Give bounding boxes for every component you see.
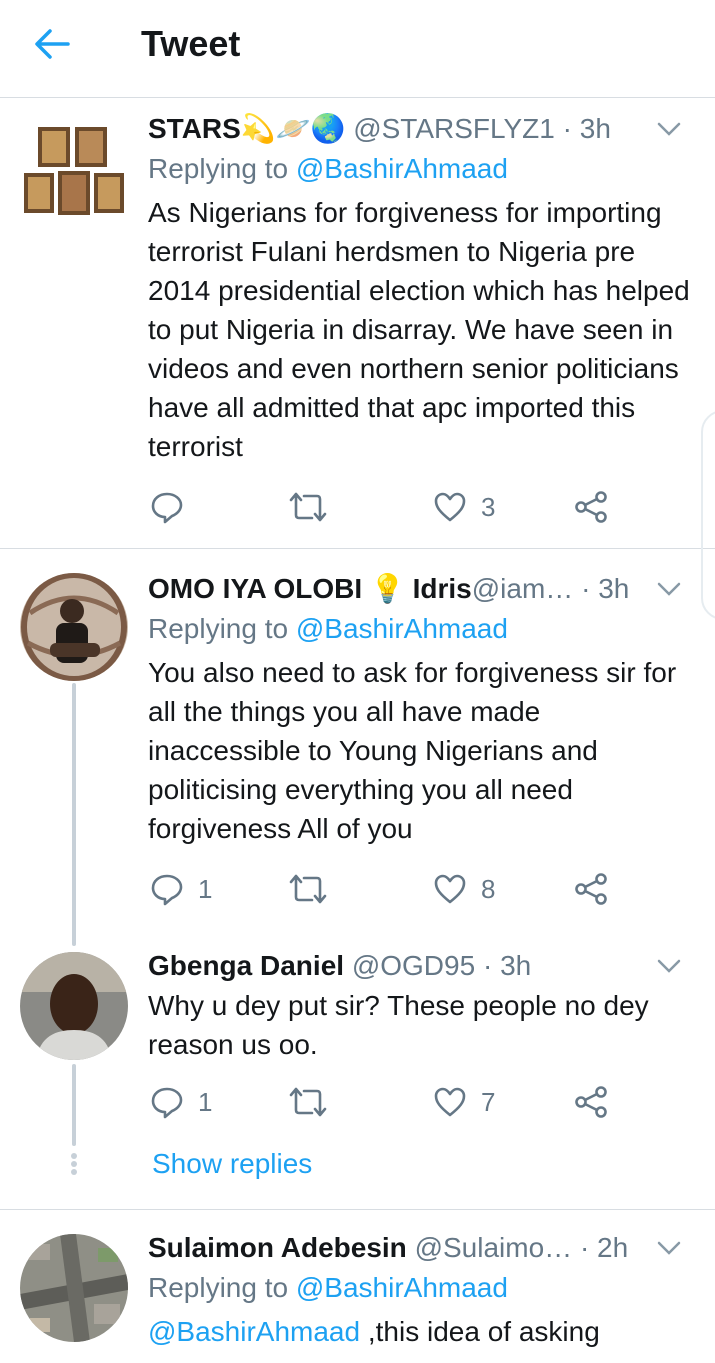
avatar-gbenga-daniel[interactable] bbox=[20, 952, 128, 1060]
thread-line bbox=[72, 1064, 76, 1146]
replying-to: Replying to @BashirAhmaad bbox=[148, 149, 695, 189]
reply-button[interactable]: 1 bbox=[150, 1080, 212, 1124]
name-emoji: 💫🪐🌏 bbox=[240, 113, 346, 144]
reply-count: 1 bbox=[198, 1086, 213, 1117]
display-name[interactable]: STARS bbox=[148, 113, 241, 144]
tweet-meta: Gbenga Daniel @OGD95 · 3h bbox=[148, 946, 695, 986]
user-handle[interactable]: @iam… bbox=[472, 573, 574, 604]
retweet-icon bbox=[289, 1087, 327, 1117]
share-icon bbox=[575, 873, 607, 905]
timestamp: 3h bbox=[579, 113, 611, 144]
back-arrow-icon bbox=[35, 29, 70, 59]
dot-separator: · bbox=[579, 1232, 590, 1263]
display-name-suffix[interactable]: Idris bbox=[413, 573, 472, 604]
like-button[interactable]: 8 bbox=[433, 867, 495, 911]
tweet-actions: 3 bbox=[148, 485, 618, 529]
heart-icon bbox=[434, 492, 466, 522]
tweet-1[interactable]: STARS💫🪐🌏 @STARSFLYZ1 · 3h Replying to @B… bbox=[0, 99, 715, 548]
replying-to: Replying to @BashirAhmaad bbox=[148, 1268, 695, 1308]
retweet-icon bbox=[289, 492, 327, 522]
heart-icon bbox=[434, 1087, 466, 1117]
retweet-button[interactable] bbox=[288, 1080, 342, 1124]
timestamp: 3h bbox=[598, 573, 630, 604]
tweet-text: @BashirAhmaad ,this idea of asking bbox=[148, 1312, 695, 1351]
chevron-down-icon[interactable] bbox=[655, 575, 683, 603]
show-replies-link[interactable]: Show replies bbox=[152, 1144, 312, 1184]
retweet-button[interactable] bbox=[288, 485, 342, 529]
like-count: 3 bbox=[481, 491, 496, 522]
like-button[interactable]: 3 bbox=[433, 485, 495, 529]
user-handle[interactable]: @OGD95 bbox=[352, 950, 475, 981]
chevron-down-icon[interactable] bbox=[655, 952, 683, 980]
replying-to-label: Replying to bbox=[148, 613, 289, 644]
display-name[interactable]: OMO IYA OLOBI bbox=[148, 573, 362, 604]
display-name[interactable]: Gbenga Daniel bbox=[148, 950, 344, 981]
share-button[interactable] bbox=[574, 485, 608, 529]
tweet-2[interactable]: OMO IYA OLOBI 💡 Idris@iam… · 3h Replying… bbox=[0, 549, 715, 946]
share-icon bbox=[575, 1086, 607, 1118]
tweet-actions: 1 8 bbox=[148, 867, 618, 911]
back-button[interactable] bbox=[28, 22, 76, 66]
chevron-down-icon[interactable] bbox=[655, 115, 683, 143]
share-icon bbox=[575, 491, 607, 523]
tweet-meta: STARS💫🪐🌏 @STARSFLYZ1 · 3h bbox=[148, 109, 695, 149]
reply-button[interactable]: 1 bbox=[150, 867, 212, 911]
page-title: Tweet bbox=[141, 23, 241, 64]
mention-link[interactable]: @BashirAhmaad bbox=[148, 1316, 360, 1347]
tweet-text: Why u dey put sir? These people no dey r… bbox=[148, 990, 649, 1060]
retweet-icon bbox=[289, 874, 327, 904]
thread-dot bbox=[71, 1161, 77, 1167]
tweet-3[interactable]: Gbenga Daniel @OGD95 · 3h Why u dey put … bbox=[0, 944, 715, 1208]
tweet-meta: OMO IYA OLOBI 💡 Idris@iam… · 3h bbox=[148, 569, 695, 609]
tweet-meta: Sulaimon Adebesin @Sulaimo… · 2h bbox=[148, 1228, 695, 1268]
mention-link[interactable]: @BashirAhmaad bbox=[296, 613, 508, 644]
thread-dot bbox=[71, 1169, 77, 1175]
reply-icon bbox=[151, 492, 183, 524]
replying-to: Replying to @BashirAhmaad bbox=[148, 609, 695, 649]
replying-to-label: Replying to bbox=[148, 1272, 289, 1303]
timestamp: 2h bbox=[597, 1232, 629, 1263]
thread-line bbox=[72, 683, 76, 946]
reply-count: 1 bbox=[198, 873, 213, 904]
timestamp: 3h bbox=[500, 950, 532, 981]
like-button[interactable]: 7 bbox=[433, 1080, 495, 1124]
like-count: 7 bbox=[481, 1086, 496, 1117]
tweet-4[interactable]: Sulaimon Adebesin @Sulaimo… · 2h Replyin… bbox=[0, 1210, 715, 1363]
user-handle[interactable]: @STARSFLYZ1 bbox=[353, 113, 555, 144]
mention-link[interactable]: @BashirAhmaad bbox=[296, 1272, 508, 1303]
avatar-sulaimon-adebesin[interactable] bbox=[20, 1234, 128, 1342]
display-name[interactable]: Sulaimon Adebesin bbox=[148, 1232, 407, 1263]
tweet-actions: 1 7 bbox=[148, 1080, 618, 1124]
avatar-starsflyz1[interactable] bbox=[20, 113, 128, 221]
user-handle[interactable]: @Sulaimo… bbox=[415, 1232, 573, 1263]
dot-separator: · bbox=[562, 113, 572, 144]
heart-icon bbox=[434, 874, 466, 904]
tweet-text: As Nigerians for forgiveness for importi… bbox=[148, 197, 690, 462]
tweet-text-body: ,this idea of asking bbox=[360, 1316, 600, 1347]
like-count: 8 bbox=[481, 873, 496, 904]
avatar-omo-iya-olobi[interactable] bbox=[20, 573, 128, 681]
replying-to-label: Replying to bbox=[148, 153, 289, 184]
chevron-down-icon[interactable] bbox=[655, 1234, 683, 1262]
scroll-handle[interactable] bbox=[701, 410, 715, 620]
reply-icon bbox=[151, 1087, 183, 1119]
lightbulb-emoji: 💡 bbox=[369, 573, 405, 604]
thread-dot bbox=[71, 1153, 77, 1159]
retweet-button[interactable] bbox=[288, 867, 342, 911]
reply-button[interactable] bbox=[150, 485, 198, 529]
dot-separator: · bbox=[581, 573, 591, 604]
mention-link[interactable]: @BashirAhmaad bbox=[296, 153, 508, 184]
tweet-text: You also need to ask for forgiveness sir… bbox=[148, 657, 677, 844]
share-button[interactable] bbox=[574, 1080, 608, 1124]
dot-separator: · bbox=[482, 950, 493, 981]
share-button[interactable] bbox=[574, 867, 608, 911]
top-bar: Tweet bbox=[0, 0, 715, 98]
reply-icon bbox=[151, 874, 183, 906]
